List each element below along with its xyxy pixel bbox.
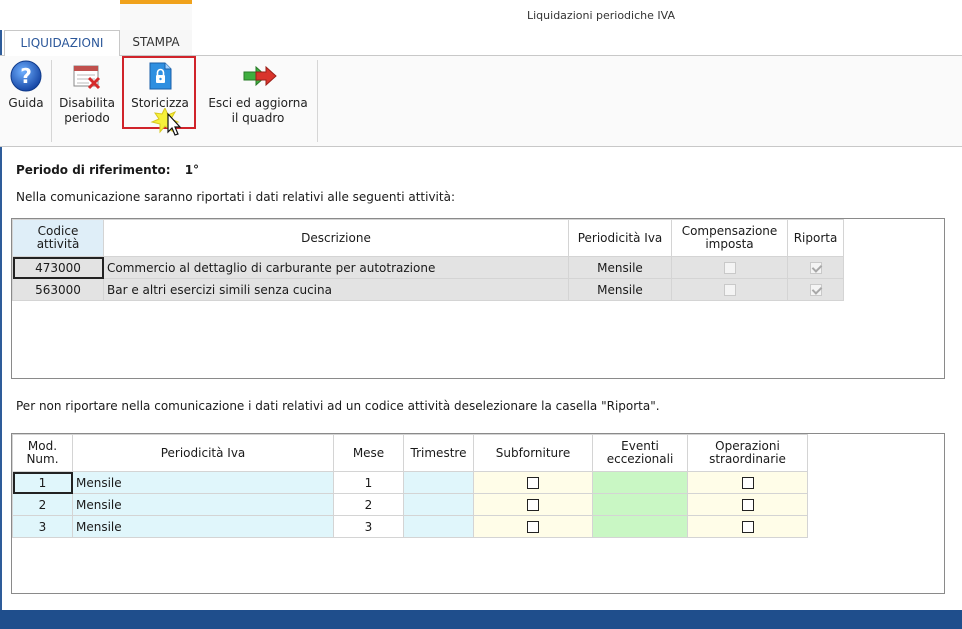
trimestre-cell[interactable] <box>403 471 474 494</box>
trimestre-cell[interactable] <box>403 515 474 538</box>
col-header-compensazione[interactable]: Compensazione imposta <box>671 219 788 257</box>
col-header-mod-num[interactable]: Mod. Num. <box>12 434 73 472</box>
eventi-cell[interactable] <box>592 493 688 516</box>
codice-cell[interactable]: 473000 <box>12 256 104 279</box>
exit-arrow-icon <box>242 60 277 92</box>
svg-text:?: ? <box>20 64 32 88</box>
table-row[interactable]: 563000 Bar e altri esercizi simili senza… <box>12 278 844 301</box>
table-row[interactable]: 473000 Commercio al dettaglio di carbura… <box>12 256 844 279</box>
click-cursor-icon <box>148 106 188 141</box>
periodicita-cell[interactable]: Mensile <box>72 515 334 538</box>
period-reference: Periodo di riferimento: 1° <box>16 163 199 177</box>
tab-liquidazioni[interactable]: LIQUIDAZIONI <box>4 30 120 56</box>
calendar-disable-icon <box>71 60 103 92</box>
tab-stampa-marker <box>120 0 192 4</box>
modules-table: Mod. Num. Periodicità Iva Mese Trimestre… <box>12 434 808 538</box>
periodicita-cell[interactable]: Mensile <box>568 278 672 301</box>
ribbon-separator <box>317 60 318 142</box>
operazioni-cell[interactable] <box>687 471 808 494</box>
esci-aggiorna-button[interactable]: Esci ed aggiorna il quadro <box>202 60 314 126</box>
mese-cell[interactable]: 1 <box>333 471 404 494</box>
status-bar <box>0 610 962 629</box>
col-header-subforniture[interactable]: Subforniture <box>473 434 593 472</box>
col-header-codice[interactable]: Codice attività <box>12 219 104 257</box>
descrizione-cell[interactable]: Bar e altri esercizi simili senza cucina <box>103 278 569 301</box>
compensazione-cell[interactable] <box>671 256 788 279</box>
modules-panel: Mod. Num. Periodicità Iva Mese Trimestre… <box>11 433 945 594</box>
codice-cell[interactable]: 563000 <box>12 278 104 301</box>
col-header-riporta[interactable]: Riporta <box>787 219 844 257</box>
periodicita-cell[interactable]: Mensile <box>72 471 334 494</box>
table-header-row: Mod. Num. Periodicità Iva Mese Trimestre… <box>12 434 808 472</box>
operazioni-checkbox[interactable] <box>741 499 754 511</box>
descrizione-cell[interactable]: Commercio al dettaglio di carburante per… <box>103 256 569 279</box>
subforniture-checkbox[interactable] <box>527 477 539 489</box>
operazioni-cell[interactable] <box>687 493 808 516</box>
mod-num-cell[interactable]: 2 <box>12 493 73 516</box>
period-label: Periodo di riferimento: <box>16 163 171 177</box>
periodicita-cell[interactable]: Mensile <box>568 256 672 279</box>
subforniture-checkbox[interactable] <box>527 499 539 511</box>
eventi-cell[interactable] <box>592 515 688 538</box>
operazioni-checkbox[interactable] <box>741 477 754 489</box>
disabilita-label-line2: periodo <box>64 111 110 125</box>
compensazione-checkbox[interactable] <box>723 284 736 296</box>
col-header-descrizione[interactable]: Descrizione <box>103 219 569 257</box>
guida-label: Guida <box>8 96 44 110</box>
esci-label-line2: il quadro <box>231 111 285 125</box>
table-row[interactable]: 2 Mensile 2 <box>12 493 808 516</box>
mese-cell[interactable]: 3 <box>333 515 404 538</box>
operazioni-cell[interactable] <box>687 515 808 538</box>
disabilita-periodo-button[interactable]: Disabilita periodo <box>56 60 118 126</box>
ribbon-separator <box>51 60 52 142</box>
table-row[interactable]: 1 Mensile 1 <box>12 471 808 494</box>
col-header-operazioni[interactable]: Operazioni straordinarie <box>687 434 808 472</box>
compensazione-cell[interactable] <box>671 278 788 301</box>
col-header-periodicita[interactable]: Periodicità Iva <box>72 434 334 472</box>
subforniture-cell[interactable] <box>473 471 593 494</box>
operazioni-checkbox[interactable] <box>741 521 754 533</box>
intro-text: Nella comunicazione saranno riportati i … <box>16 190 455 204</box>
subforniture-cell[interactable] <box>473 515 593 538</box>
guida-button[interactable]: ? Guida <box>4 60 48 111</box>
help-icon: ? <box>10 60 42 92</box>
subforniture-cell[interactable] <box>473 493 593 516</box>
tab-stampa[interactable]: STAMPA <box>120 30 192 56</box>
col-header-eventi[interactable]: Eventi eccezionali <box>592 434 688 472</box>
col-header-mese[interactable]: Mese <box>333 434 404 472</box>
riporta-checkbox[interactable] <box>809 284 822 296</box>
mod-num-cell[interactable]: 3 <box>12 515 73 538</box>
table-row[interactable]: 3 Mensile 3 <box>12 515 808 538</box>
periodicita-cell[interactable]: Mensile <box>72 493 334 516</box>
col-header-periodicita[interactable]: Periodicità Iva <box>568 219 672 257</box>
activities-table: Codice attività Descrizione Periodicità … <box>12 219 844 301</box>
mese-cell[interactable]: 2 <box>333 493 404 516</box>
period-value: 1° <box>184 163 200 177</box>
disabilita-label-line1: Disabilita <box>59 96 115 110</box>
esci-label-line1: Esci ed aggiorna <box>208 96 308 110</box>
subforniture-checkbox[interactable] <box>527 521 539 533</box>
table-header-row: Codice attività Descrizione Periodicità … <box>12 219 844 257</box>
col-header-trimestre[interactable]: Trimestre <box>403 434 474 472</box>
trimestre-cell[interactable] <box>403 493 474 516</box>
app-window: Liquidazioni periodiche IVA LIQUIDAZIONI… <box>0 0 962 629</box>
compensazione-checkbox[interactable] <box>723 262 736 274</box>
activities-panel: Codice attività Descrizione Periodicità … <box>11 218 945 379</box>
mod-num-cell[interactable]: 1 <box>12 471 73 494</box>
riporta-checkbox[interactable] <box>809 262 822 274</box>
riporta-note: Per non riportare nella comunicazione i … <box>16 399 660 413</box>
eventi-cell[interactable] <box>592 471 688 494</box>
ribbon-toolbar: ? Guida Disabilita periodo Storicizza Es… <box>0 55 962 147</box>
riporta-cell[interactable] <box>787 256 844 279</box>
riporta-cell[interactable] <box>787 278 844 301</box>
